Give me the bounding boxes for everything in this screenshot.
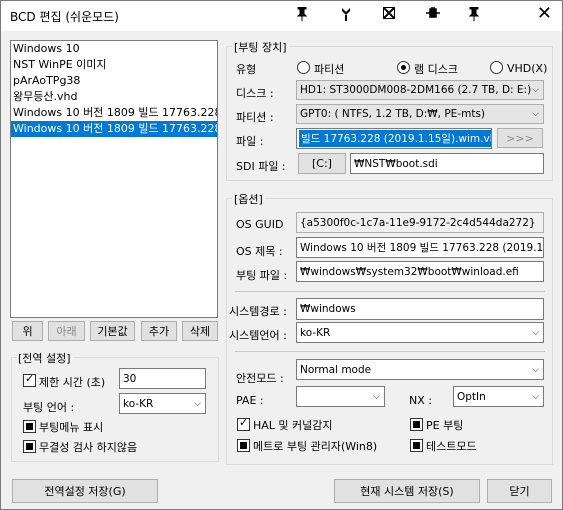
type-label: 유형 <box>236 63 257 76</box>
hal-label: HAL 및 커널감지 <box>253 419 333 432</box>
metro-checkbox[interactable] <box>237 439 250 452</box>
system-lang-select[interactable]: ko-KR ⌵ <box>296 322 544 343</box>
list-item[interactable]: Windows 10 버전 1809 빌드 17763.228 (2 <box>11 121 217 137</box>
grid-icon[interactable] <box>382 6 396 22</box>
safe-mode-value: Normal mode <box>300 363 372 376</box>
test-mode-checkbox[interactable] <box>410 439 423 452</box>
divider <box>235 291 545 292</box>
bcd-edit-window: BCD 편집 (쉬운모드) ✕ Windows 10 NST WinPE 이미지 p… <box>0 0 563 510</box>
os-title-input[interactable]: Windows 10 버전 1809 빌드 17763.228 (2019.1.… <box>296 237 544 258</box>
move-down-button[interactable]: 아래 <box>48 321 85 341</box>
show-menu-label: 부팅메뉴 표시 <box>39 421 104 434</box>
ramdisk-radio[interactable] <box>397 61 410 74</box>
chevron-down-icon: ⌵ <box>532 109 539 119</box>
boot-file-label: 부팅 파일 : <box>236 269 288 282</box>
disk-select[interactable]: HD1: ST3000DM008-2DM166 (2.7 TB, D: E:) … <box>296 80 544 100</box>
timeout-checkbox[interactable] <box>23 372 36 387</box>
save-global-button[interactable]: 전역설정 저장(G) <box>12 479 158 503</box>
file-value: 빌드 17763.228 (2019.1.15일).wim.vhd <box>299 130 491 147</box>
list-item[interactable]: 왕무등산.vhd <box>11 89 217 105</box>
file-label: 파일 : <box>236 135 264 148</box>
os-title-label: OS 제목 : <box>236 245 283 258</box>
sdi-drive-button[interactable]: [C:] <box>298 153 346 174</box>
system-lang-value: ko-KR <box>300 326 331 339</box>
test-mode-label: 테스트모드 <box>426 440 477 453</box>
boot-lang-value: ko-KR <box>123 397 154 410</box>
chevron-down-icon: ⌵ <box>532 327 539 338</box>
tool-icon[interactable] <box>340 7 352 24</box>
boot-lang-select[interactable]: ko-KR ⌵ <box>119 393 206 414</box>
list-item[interactable]: pArAoTPg38 <box>11 73 217 89</box>
boot-file-input[interactable]: ₩windows₩system32₩boot₩winload.efi <box>296 261 544 282</box>
partition-value: GPT0: ( NTFS, 1.2 TB, D:₩, PE-mts) <box>300 108 486 120</box>
close-icon[interactable]: ✕ <box>537 5 552 23</box>
pe-boot-checkbox[interactable] <box>410 418 423 431</box>
safe-mode-label: 안전모드 : <box>236 372 284 385</box>
boot-device-title: [부팅 장치] <box>232 39 289 55</box>
global-settings-title: [전역 설정] <box>16 350 73 366</box>
options-title: [옵션] <box>232 191 265 207</box>
list-item[interactable]: NST WinPE 이미지 <box>11 57 217 73</box>
pae-select[interactable]: ⌵ <box>296 386 385 407</box>
chevron-down-icon: ⌵ <box>532 364 539 375</box>
list-item[interactable]: Windows 10 버전 1809 빌드 17763.228 (2 <box>11 105 217 121</box>
list-item[interactable]: Windows 10 <box>11 41 217 57</box>
browse-file-button[interactable]: >>> <box>497 128 543 148</box>
system-root-label: 시스템경로 : <box>229 305 287 318</box>
pin-icon[interactable] <box>468 6 480 24</box>
boot-entry-list[interactable]: Windows 10 NST WinPE 이미지 pArAoTPg38 왕무등산.vh… <box>10 40 218 318</box>
no-integrity-label: 무결성 검사 하지않음 <box>39 441 138 454</box>
chevron-down-icon: ⌵ <box>373 391 380 402</box>
sdi-label: SDI 파일 : <box>236 160 286 173</box>
no-integrity-checkbox[interactable] <box>23 440 36 453</box>
chevron-down-icon: ⌵ <box>194 398 201 409</box>
pin-down-icon[interactable] <box>296 6 308 24</box>
nx-select[interactable]: OptIn ⌵ <box>453 386 544 407</box>
os-guid-label: OS GUID <box>236 218 284 231</box>
move-up-button[interactable]: 위 <box>12 321 43 341</box>
partition-label: 파티션 : <box>236 111 274 124</box>
file-input[interactable]: 빌드 17763.228 (2019.1.15일).wim.vhd <box>296 128 492 149</box>
os-guid-field: {a5300f0c-1c7a-11e9-9172-2c4d544da272} <box>296 212 544 233</box>
pe-boot-label: PE 부팅 <box>426 419 464 432</box>
plug-icon[interactable] <box>426 7 440 22</box>
add-button[interactable]: 추가 <box>141 321 177 341</box>
vhd-radio[interactable] <box>490 61 503 74</box>
title-bar: BCD 편집 (쉬운모드) ✕ <box>1 1 562 31</box>
boot-lang-label: 부팅 언어 : <box>23 401 75 414</box>
timeout-label: 제한 시간 (초) <box>39 376 106 389</box>
chevron-down-icon: ⌵ <box>532 85 539 95</box>
divider <box>235 351 545 352</box>
metro-label: 메트로 부팅 관리자(Win8) <box>253 440 378 453</box>
set-default-button[interactable]: 기본값 <box>90 321 135 341</box>
system-lang-label: 시스템언어 : <box>229 329 287 342</box>
nx-value: OptIn <box>457 390 486 403</box>
pae-label: PAE : <box>236 394 264 407</box>
chevron-down-icon: ⌵ <box>532 391 539 402</box>
nx-label: NX : <box>409 394 432 407</box>
save-current-button[interactable]: 현재 시스템 저장(S) <box>334 479 480 503</box>
window-title: BCD 편집 (쉬운모드) <box>10 10 119 24</box>
disk-label: 디스크 : <box>236 87 274 100</box>
ramdisk-radio-label: 램 디스크 <box>414 63 458 76</box>
partition-radio-label: 파티션 <box>314 63 345 76</box>
close-button[interactable]: 닫기 <box>487 479 552 503</box>
delete-button[interactable]: 삭제 <box>182 321 218 341</box>
safe-mode-select[interactable]: Normal mode ⌵ <box>296 359 544 380</box>
disk-value: HD1: ST3000DM008-2DM166 (2.7 TB, D: E:) <box>300 84 532 96</box>
sdi-path-input[interactable]: ₩NST₩boot.sdi <box>350 153 544 174</box>
system-root-input[interactable]: ₩windows <box>296 298 544 320</box>
vhd-radio-label: VHD(X) <box>507 62 548 75</box>
hal-checkbox[interactable] <box>237 416 250 431</box>
show-menu-checkbox[interactable] <box>23 420 36 433</box>
partition-select[interactable]: GPT0: ( NTFS, 1.2 TB, D:₩, PE-mts) ⌵ <box>296 104 544 124</box>
timeout-input[interactable]: 30 <box>119 368 206 389</box>
partition-radio[interactable] <box>297 61 310 74</box>
